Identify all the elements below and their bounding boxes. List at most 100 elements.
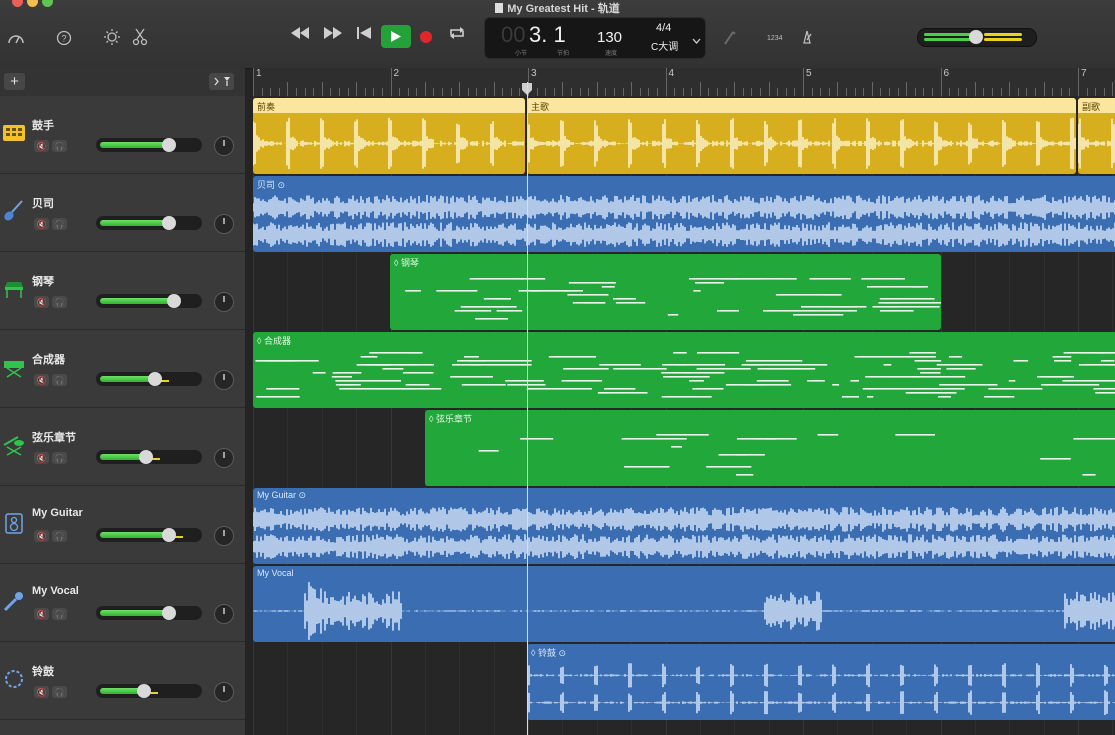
mute-button[interactable]: 🔇 [34, 140, 49, 152]
fast-forward-icon[interactable] [323, 26, 343, 43]
track-header-vocal[interactable]: My Vocal 🔇 🎧 [0, 564, 245, 642]
solo-button[interactable]: 🎧 [52, 686, 67, 698]
mute-button[interactable]: 🔇 [34, 374, 49, 386]
drummer-region-intro[interactable]: 前奏 [253, 98, 525, 174]
strings-region[interactable]: ◊ 弦乐章节 [425, 410, 1115, 486]
ruler-sub-tick [381, 88, 383, 96]
ruler-sub-tick [442, 88, 444, 96]
pan-knob[interactable] [214, 526, 234, 546]
lcd-display[interactable]: 00 3. 1 小节 节拍 130 速度 4/4 C大调 [484, 17, 706, 59]
mute-button[interactable]: 🔇 [34, 686, 49, 698]
midi-note [1008, 380, 1016, 382]
document-icon [495, 3, 504, 13]
record-button[interactable] [420, 31, 432, 43]
track-volume-slider[interactable] [96, 294, 202, 308]
volume-thumb[interactable] [162, 138, 176, 152]
track-header-tambourine[interactable]: 铃鼓 🔇 🎧 [0, 642, 245, 720]
solo-button[interactable]: 🎧 [52, 140, 67, 152]
mute-button[interactable]: 🔇 [34, 296, 49, 308]
cycle-icon[interactable] [448, 26, 466, 43]
master-volume-slider[interactable] [917, 28, 1037, 47]
ruler-sub-tick [596, 82, 598, 96]
master-volume-thumb[interactable] [969, 30, 983, 44]
vocal-region[interactable]: My Vocal [253, 566, 1115, 642]
track-volume-slider[interactable] [96, 216, 202, 230]
arrange-area[interactable]: 前奏 主歌 副歌 贝司 ⊙ ◊ 钢琴 ◊ 合成器 ◊ 弦乐章节 My Guita… [253, 96, 1115, 735]
midi-note [360, 356, 378, 358]
play-icon [391, 31, 401, 42]
waveform-path [253, 507, 1115, 532]
pan-knob[interactable] [214, 682, 234, 702]
volume-thumb[interactable] [162, 528, 176, 542]
help-icon[interactable]: ? [53, 27, 75, 49]
midi-note [807, 380, 825, 382]
pan-knob[interactable] [214, 214, 234, 234]
mute-button[interactable]: 🔇 [34, 218, 49, 230]
bass-icon [2, 199, 26, 223]
volume-thumb[interactable] [137, 684, 151, 698]
track-volume-slider[interactable] [96, 450, 202, 464]
loop-icon: ⊙ [277, 180, 286, 190]
tuner-icon[interactable] [718, 27, 740, 49]
drummer-region-chorus[interactable]: 副歌 [1078, 98, 1115, 174]
track-header-drummer[interactable]: 鼓手 🔇 🎧 [0, 96, 245, 174]
rewind-icon[interactable] [290, 26, 310, 43]
track-volume-slider[interactable] [96, 138, 202, 152]
go-to-start-icon[interactable] [356, 26, 372, 43]
solo-button[interactable]: 🎧 [52, 452, 67, 464]
lcd-chevron-down-icon[interactable] [692, 31, 701, 49]
drummer-region-verse[interactable]: 主歌 [527, 98, 1076, 174]
timeline-ruler[interactable]: 1 2 3 4 5 6 7 [253, 68, 1115, 97]
track-header-strings[interactable]: 弦乐章节 🔇 🎧 [0, 408, 245, 486]
mute-button[interactable]: 🔇 [34, 452, 49, 464]
solo-button[interactable]: 🎧 [52, 296, 67, 308]
play-button[interactable] [381, 25, 411, 48]
track-header-synth[interactable]: 合成器 🔇 🎧 [0, 330, 245, 408]
midi-notes [478, 434, 1115, 476]
volume-thumb[interactable] [139, 450, 153, 464]
pan-knob[interactable] [214, 604, 234, 624]
midi-note [696, 368, 751, 370]
volume-thumb[interactable] [162, 216, 176, 230]
track-header-bass[interactable]: 贝司 🔇 🎧 [0, 174, 245, 252]
volume-thumb[interactable] [148, 372, 162, 386]
region-label: 前奏 [257, 102, 276, 112]
tambourine-region[interactable]: ◊ 铃鼓 ⊙ [527, 644, 1115, 720]
count-in-button[interactable]: 1234 [767, 32, 783, 43]
mute-button[interactable]: 🔇 [34, 530, 49, 542]
library-icon[interactable] [5, 27, 27, 49]
smart-controls-icon[interactable] [101, 26, 123, 48]
ruler-bar-tick [940, 68, 942, 96]
add-track-icon[interactable]: + [4, 73, 25, 90]
bass-region[interactable]: 贝司 ⊙ [253, 176, 1115, 252]
track-name: 贝司 [32, 198, 54, 210]
volume-thumb[interactable] [167, 294, 181, 308]
guitar-region[interactable]: My Guitar ⊙ [253, 488, 1115, 564]
track-volume-slider[interactable] [96, 528, 202, 542]
track-header-guitar[interactable]: My Guitar 🔇 🎧 [0, 486, 245, 564]
track-volume-slider[interactable] [96, 372, 202, 386]
track-header-piano[interactable]: 钢琴 🔇 🎧 [0, 252, 245, 330]
solo-button[interactable]: 🎧 [52, 608, 67, 620]
mute-button[interactable]: 🔇 [34, 608, 49, 620]
piano-region[interactable]: ◊ 钢琴 [390, 254, 941, 330]
pan-knob[interactable] [214, 448, 234, 468]
editors-icon[interactable] [129, 26, 151, 48]
pan-knob[interactable] [214, 136, 234, 156]
pan-knob[interactable] [214, 292, 234, 312]
track-volume-slider[interactable] [96, 684, 202, 698]
playhead[interactable] [527, 82, 528, 735]
track-volume-slider[interactable] [96, 606, 202, 620]
midi-note [375, 364, 420, 366]
ruler-sub-tick [725, 88, 727, 96]
solo-button[interactable]: 🎧 [52, 218, 67, 230]
midi-note [667, 314, 679, 316]
pan-knob[interactable] [214, 370, 234, 390]
solo-button[interactable]: 🎧 [52, 530, 67, 542]
solo-button[interactable]: 🎧 [52, 374, 67, 386]
volume-thumb[interactable] [162, 606, 176, 620]
catch-playhead-icon[interactable] [209, 73, 234, 90]
metronome-icon[interactable] [796, 26, 818, 48]
synth-region[interactable]: ◊ 合成器 [253, 332, 1115, 408]
midi-note [794, 364, 828, 366]
